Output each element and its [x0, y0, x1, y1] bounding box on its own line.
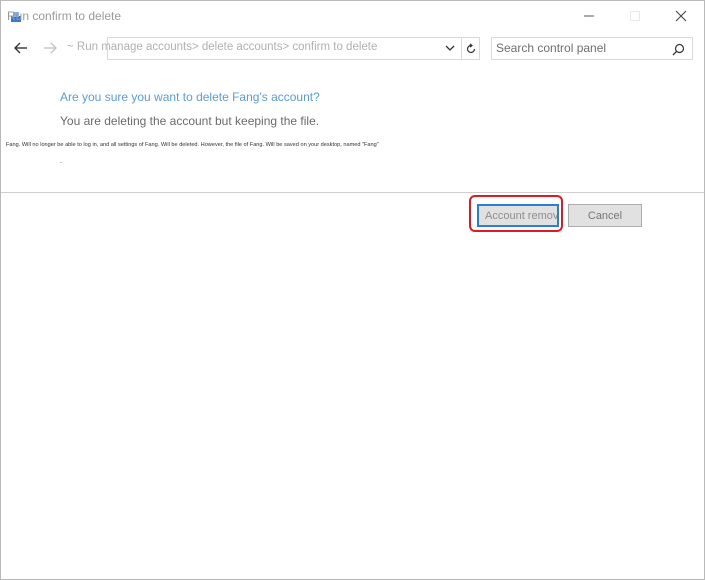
refresh-button[interactable] — [461, 37, 480, 60]
maximize-button[interactable] — [612, 1, 658, 31]
maximize-icon — [630, 11, 640, 21]
cancel-button[interactable]: Cancel — [568, 204, 642, 227]
minimize-button[interactable] — [566, 1, 612, 31]
control-panel-window: Run confirm to delete ~ Run manage accou… — [0, 0, 705, 580]
back-button[interactable] — [11, 38, 31, 58]
confirm-question-heading: Are you sure you want to delete Fang's a… — [60, 90, 320, 104]
keep-files-description: You are deleting the account but keeping… — [60, 114, 320, 128]
account-removal-button[interactable]: Account removal — [477, 204, 559, 227]
title-bar: Run confirm to delete — [1, 1, 704, 31]
content-divider — [1, 192, 704, 193]
minimize-icon — [584, 15, 594, 17]
search-icon[interactable] — [670, 41, 686, 57]
details-trailing-text: . — [60, 156, 63, 165]
refresh-icon — [466, 42, 475, 53]
forward-button[interactable] — [40, 38, 60, 58]
deletion-details-text: Fang. Will no longer be able to log in, … — [6, 142, 379, 148]
close-icon — [675, 10, 687, 22]
search-input[interactable] — [496, 40, 664, 56]
address-bar[interactable]: ~ Run manage accounts> delete accounts> … — [67, 37, 463, 60]
breadcrumb: ~ Run manage accounts> delete accounts> … — [67, 41, 378, 53]
close-button[interactable] — [658, 1, 704, 31]
forward-arrow-icon — [44, 42, 57, 54]
window-title: Run confirm to delete — [7, 9, 122, 23]
address-dropdown-button[interactable] — [442, 40, 458, 56]
back-arrow-icon — [14, 42, 27, 54]
search-box[interactable] — [491, 37, 693, 60]
chevron-down-icon — [445, 45, 455, 51]
